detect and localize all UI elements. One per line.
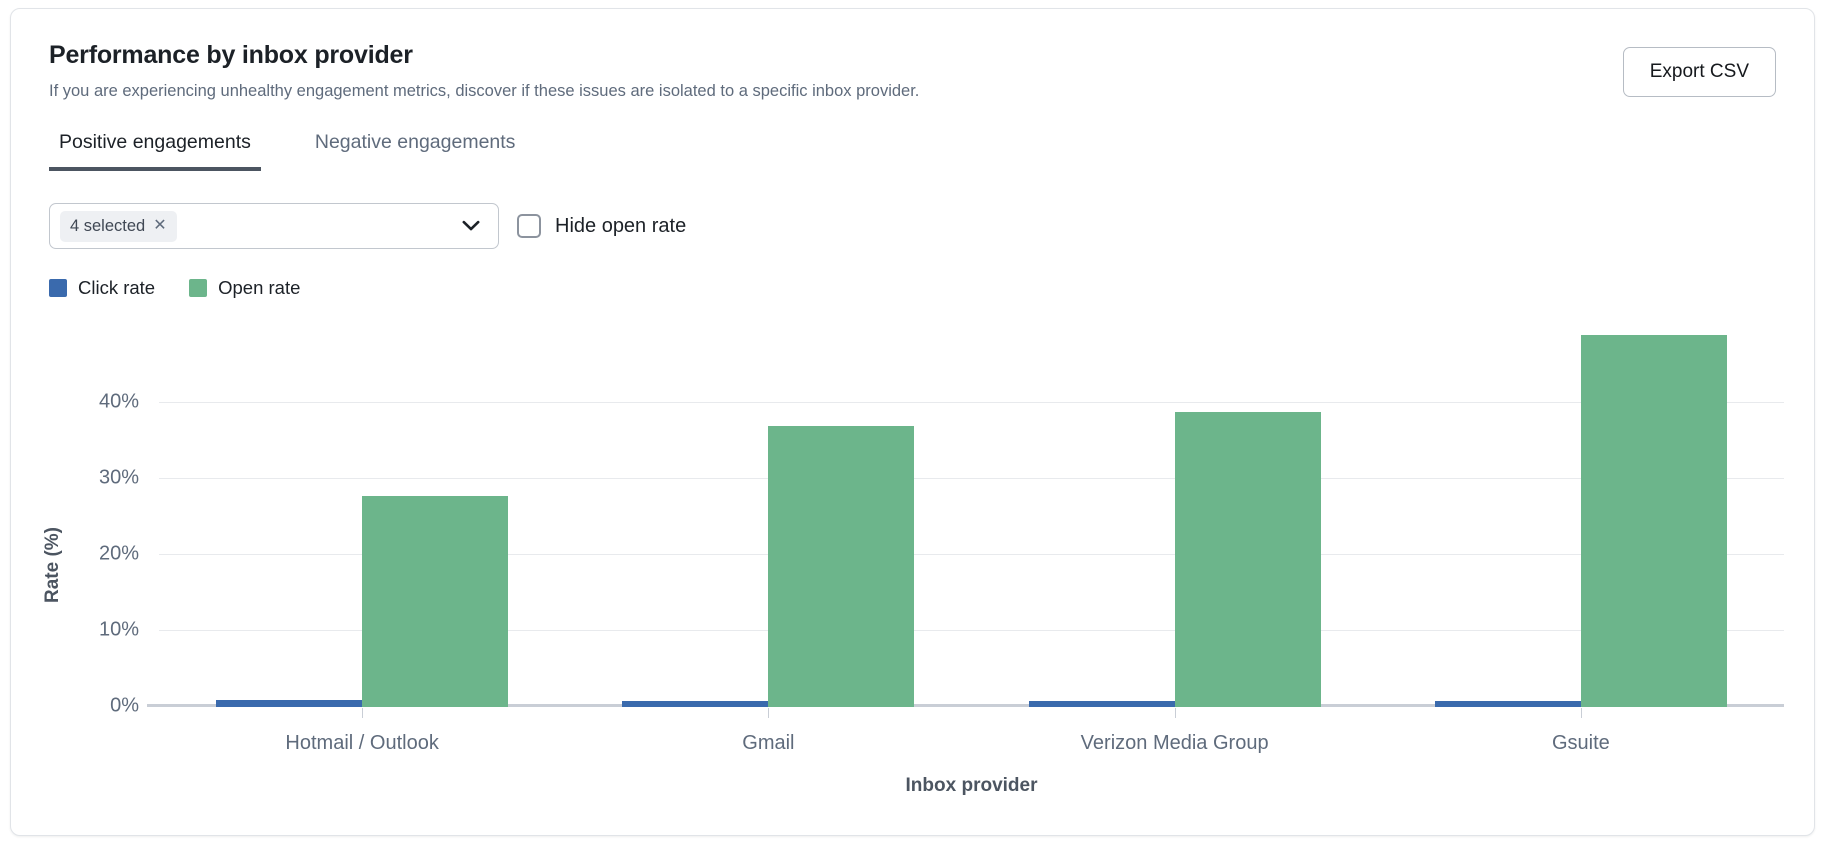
performance-card: Performance by inbox provider If you are… xyxy=(10,8,1815,836)
selected-count-chip[interactable]: 4 selected ✕ xyxy=(60,211,177,242)
y-axis-tick-label: 30% xyxy=(99,467,159,490)
x-axis-tick-label: Hotmail / Outlook xyxy=(285,732,438,755)
legend-item-click-rate[interactable]: Click rate xyxy=(49,277,155,299)
x-axis-tick xyxy=(768,708,769,718)
x-axis-label: Inbox provider xyxy=(159,775,1784,797)
bar-stack xyxy=(565,327,971,707)
y-axis-tick-label: 40% xyxy=(99,391,159,414)
bar-click-rate[interactable] xyxy=(216,700,362,707)
bar-stack xyxy=(159,327,565,707)
card-subtitle: If you are experiencing unhealthy engage… xyxy=(49,82,1776,101)
bar-open-rate[interactable] xyxy=(362,496,508,707)
bar-click-rate[interactable] xyxy=(1029,701,1175,707)
tab-positive-engagements[interactable]: Positive engagements xyxy=(49,131,261,171)
clear-selection-icon[interactable]: ✕ xyxy=(153,218,166,234)
chevron-down-icon[interactable] xyxy=(462,221,480,232)
plot-area: 0%10%20%30%40% Hotmail / OutlookGmailVer… xyxy=(159,327,1784,707)
page-title: Performance by inbox provider xyxy=(49,41,1776,70)
y-axis-label: Rate (%) xyxy=(42,527,64,603)
export-csv-button[interactable]: Export CSV xyxy=(1623,47,1776,97)
hide-open-rate-checkbox[interactable] xyxy=(517,214,541,238)
x-axis-tick-label: Gmail xyxy=(742,732,794,755)
x-axis-tick xyxy=(1175,708,1176,718)
engagement-tabs: Positive engagements Negative engagement… xyxy=(49,131,1814,171)
bar-group: Verizon Media Group xyxy=(972,327,1378,707)
legend-swatch-click-rate xyxy=(49,279,67,297)
legend-swatch-open-rate xyxy=(189,279,207,297)
bar-group: Gsuite xyxy=(1378,327,1784,707)
bar-stack xyxy=(1378,327,1784,707)
card-header: Performance by inbox provider If you are… xyxy=(11,9,1814,101)
x-axis-tick xyxy=(362,708,363,718)
bar-open-rate[interactable] xyxy=(1175,412,1321,707)
bar-groups: Hotmail / OutlookGmailVerizon Media Grou… xyxy=(159,327,1784,707)
bar-chart: Rate (%) 0%10%20%30%40% Hotmail / Outloo… xyxy=(11,315,1815,815)
legend-label-open-rate: Open rate xyxy=(218,277,300,299)
chart-legend: Click rate Open rate xyxy=(49,277,1814,299)
x-axis-tick-label: Verizon Media Group xyxy=(1081,732,1269,755)
chart-controls: 4 selected ✕ Hide open rate xyxy=(49,203,1814,249)
selected-count-label: 4 selected xyxy=(70,217,145,236)
provider-multiselect[interactable]: 4 selected ✕ xyxy=(49,203,499,249)
x-axis-tick-label: Gsuite xyxy=(1552,732,1610,755)
legend-label-click-rate: Click rate xyxy=(78,277,155,299)
y-axis-tick-label: 20% xyxy=(99,543,159,566)
tab-negative-engagements[interactable]: Negative engagements xyxy=(305,131,526,171)
x-axis-tick xyxy=(1581,708,1582,718)
bar-group: Hotmail / Outlook xyxy=(159,327,565,707)
y-axis-tick-label: 10% xyxy=(99,619,159,642)
hide-open-rate-checkbox-wrap[interactable]: Hide open rate xyxy=(517,214,686,238)
legend-item-open-rate[interactable]: Open rate xyxy=(189,277,300,299)
bar-open-rate[interactable] xyxy=(1581,335,1727,707)
bar-group: Gmail xyxy=(565,327,971,707)
bar-open-rate[interactable] xyxy=(768,426,914,707)
bar-click-rate[interactable] xyxy=(1435,701,1581,707)
hide-open-rate-label: Hide open rate xyxy=(555,215,686,238)
bar-click-rate[interactable] xyxy=(622,701,768,707)
bar-stack xyxy=(972,327,1378,707)
